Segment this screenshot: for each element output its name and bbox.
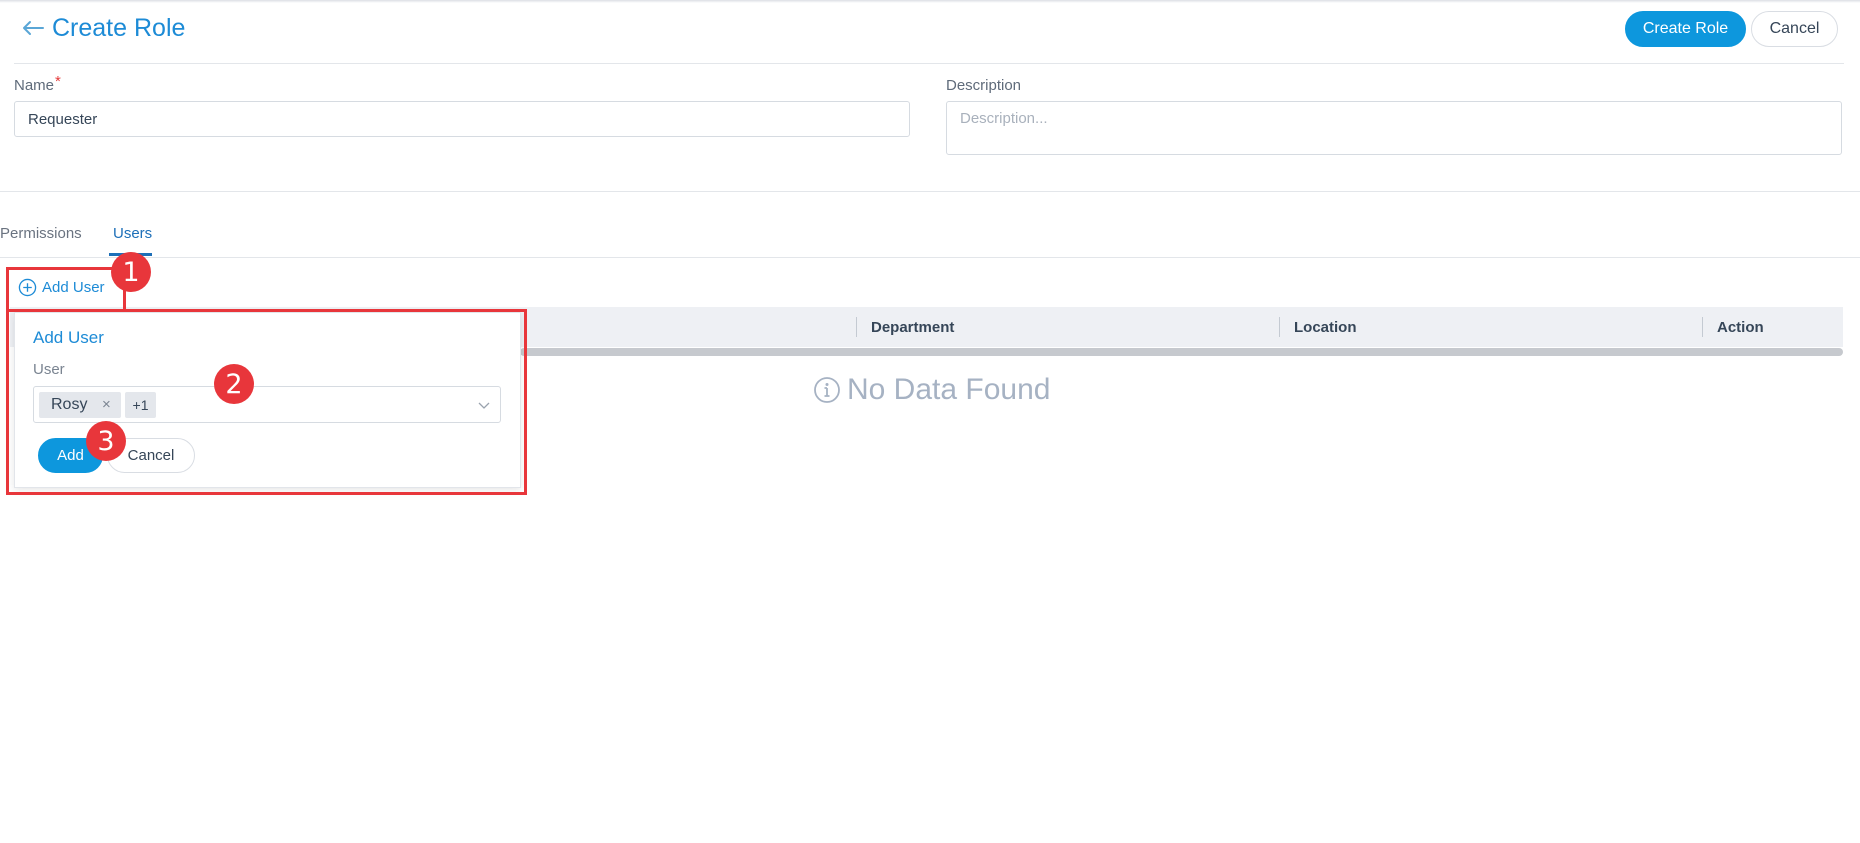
name-input-value: Requester: [28, 110, 98, 128]
description-label: Description: [946, 77, 1022, 94]
column-header-action: Action: [1717, 318, 1764, 336]
step-badge-2: 2: [214, 364, 254, 404]
column-header-department[interactable]: Department: [871, 307, 954, 347]
header-divider: [14, 63, 1844, 64]
column-separator: [1702, 317, 1703, 337]
step-badge-3: 3: [86, 421, 126, 461]
tab-permissions[interactable]: Permissions: [0, 225, 82, 242]
top-shadow: [0, 0, 1860, 3]
highlight-add-user-link: [6, 267, 126, 309]
form-divider: [0, 191, 1860, 192]
back-arrow-icon[interactable]: [20, 14, 46, 42]
name-label-text: Name: [14, 77, 55, 94]
create-role-button[interactable]: Create Role: [1625, 11, 1746, 47]
tabs-divider: [0, 257, 1860, 258]
horizontal-scrollbar[interactable]: [520, 348, 1843, 356]
tab-users[interactable]: Users: [113, 225, 152, 242]
description-placeholder: Description...: [960, 110, 1048, 127]
highlight-popover: [6, 309, 527, 495]
description-field[interactable]: Description...: [946, 101, 1842, 155]
info-icon: [814, 377, 840, 403]
required-marker: *: [55, 73, 61, 90]
column-separator: [1279, 317, 1280, 337]
column-separator: [856, 317, 857, 337]
empty-state: No Data Found: [813, 373, 1050, 407]
name-input[interactable]: Requester: [14, 101, 910, 137]
cancel-button[interactable]: Cancel: [1751, 11, 1838, 47]
page-title: Create Role: [52, 14, 186, 42]
name-label: Name*: [14, 73, 61, 94]
column-header-location[interactable]: Location: [1294, 307, 1357, 347]
step-badge-1: 1: [111, 252, 151, 292]
empty-state-text: No Data Found: [847, 373, 1051, 406]
